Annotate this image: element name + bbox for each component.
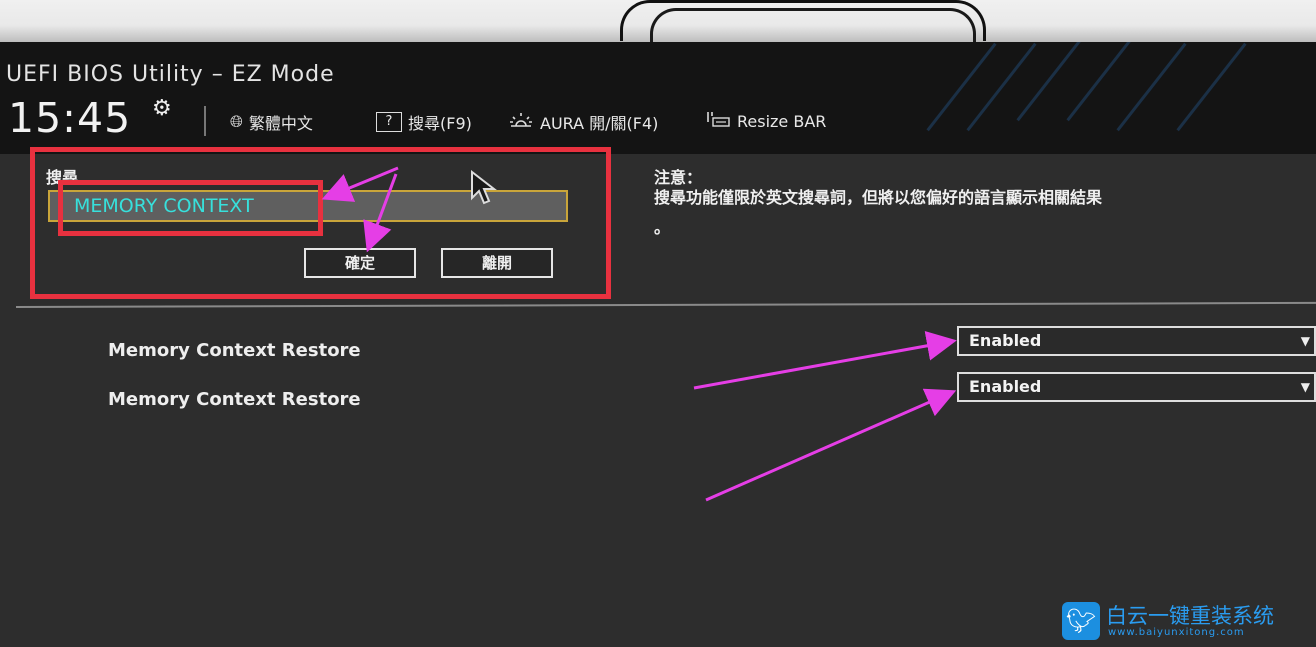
header-decoration	[1116, 42, 1187, 132]
language-selector[interactable]: 🌐︎ 繁體中文	[230, 110, 313, 134]
header-divider	[204, 106, 206, 136]
aura-light-icon	[508, 111, 534, 133]
mouse-cursor-icon	[470, 169, 504, 210]
resize-bar-icon	[705, 110, 731, 132]
app-title: UEFI BIOS Utility – EZ Mode	[6, 62, 335, 87]
annotation-highlight-box	[58, 180, 323, 236]
globe-icon: 🌐︎	[230, 112, 243, 131]
setting-label: Memory Context Restore	[108, 340, 361, 361]
gear-icon[interactable]: ⚙	[152, 96, 172, 121]
header-decoration	[1066, 42, 1137, 122]
note-text: 搜尋功能僅限於英文搜尋詞，但將以您偏好的語言顯示相關結果	[654, 188, 1103, 207]
dropdown-value: Enabled	[969, 331, 1042, 350]
language-label: 繁體中文	[248, 114, 313, 133]
note-punctuation: 。	[654, 218, 671, 237]
bird-logo-icon: 🐦︎	[1062, 602, 1100, 640]
search-label: 搜尋(F9)	[408, 114, 472, 133]
setting-dropdown[interactable]: Enabled ▼	[957, 372, 1316, 402]
header-decoration	[926, 42, 997, 132]
search-button[interactable]: ? 搜尋(F9)	[376, 110, 472, 134]
chevron-down-icon: ▼	[1300, 380, 1310, 394]
aura-toggle[interactable]: AURA 開/關(F4)	[508, 110, 658, 134]
header-decoration	[966, 42, 1037, 132]
bios-header: UEFI BIOS Utility – EZ Mode 15:45 ⚙ 🌐︎ 繁…	[0, 42, 1316, 154]
monitor-bezel	[0, 0, 1316, 51]
chevron-down-icon: ▼	[1300, 334, 1310, 348]
dropdown-value: Enabled	[969, 377, 1042, 396]
aura-label: AURA 開/關(F4)	[540, 114, 659, 133]
clock: 15:45	[8, 94, 132, 142]
resize-bar-button[interactable]: Resize BAR	[705, 110, 826, 132]
setting-label: Memory Context Restore	[108, 389, 361, 410]
watermark: 🐦︎ 白云一键重装系统 www.baiyunxitong.com	[1062, 600, 1312, 644]
note-title: 注意：	[654, 168, 703, 187]
watermark-name: 白云一键重装系统	[1106, 604, 1274, 628]
watermark-url: www.baiyunxitong.com	[1108, 627, 1245, 638]
resize-bar-label: Resize BAR	[737, 111, 827, 131]
setting-dropdown[interactable]: Enabled ▼	[957, 326, 1316, 356]
help-icon: ?	[376, 112, 402, 132]
header-decoration	[1176, 42, 1247, 132]
